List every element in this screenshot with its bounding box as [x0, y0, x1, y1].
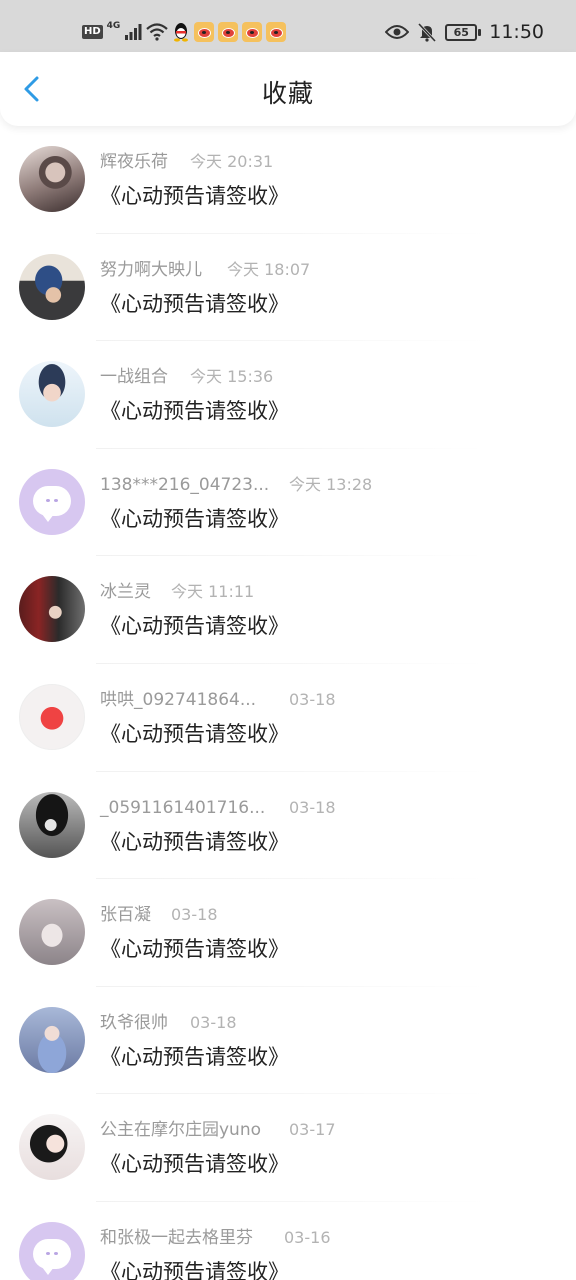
signal-icon — [125, 24, 142, 40]
battery-icon: 65 — [445, 23, 482, 41]
item-time: 今天 13:28 — [289, 474, 373, 494]
list-item[interactable]: 一战组合 今天 15:36 《心动预告请签收》 — [0, 341, 576, 449]
item-content[interactable]: 《心动预告请签收》 — [100, 612, 289, 640]
item-time: 03-17 — [289, 1120, 336, 1140]
list-item[interactable]: 公主在摩尔庄园yuno 03-17 《心动预告请签收》 — [0, 1094, 576, 1202]
avatar[interactable] — [19, 361, 85, 428]
status-left-icons: HD 4G — [82, 20, 287, 44]
clock: 11:50 — [489, 21, 544, 43]
item-content[interactable]: 《心动预告请签收》 — [100, 1043, 289, 1071]
item-meta: 玖爷很帅 03-18 — [100, 1011, 556, 1037]
default-avatar-chat-icon — [33, 485, 71, 522]
avatar[interactable] — [19, 1221, 85, 1280]
status-right-icons: 65 11:50 — [385, 20, 544, 44]
avatar[interactable] — [19, 683, 85, 750]
item-author[interactable]: 一战组合 — [100, 365, 168, 389]
item-time: 03-18 — [289, 689, 336, 709]
item-meta: 努力啊大映儿 今天 18:07 — [100, 258, 556, 284]
item-content[interactable]: 《心动预告请签收》 — [100, 828, 289, 856]
list-item[interactable]: 玖爷很帅 03-18 《心动预告请签收》 — [0, 987, 576, 1095]
list-item[interactable]: 和张极一起去格里芬 03-16 《心动预告请签收》 — [0, 1202, 576, 1280]
list-item[interactable]: 辉夜乐荷 今天 20:31 《心动预告请签收》 — [0, 126, 576, 234]
list-item[interactable]: 张百凝 03-18 《心动预告请签收》 — [0, 879, 576, 987]
item-meta: 公主在摩尔庄园yuno 03-17 — [100, 1118, 556, 1144]
network-type-label: 4G — [106, 21, 121, 31]
item-time: 今天 15:36 — [190, 367, 274, 387]
item-time: 03-18 — [171, 905, 218, 925]
page-header: 收藏 — [0, 52, 576, 126]
weibo-icon — [266, 22, 287, 42]
item-meta: 和张极一起去格里芬 03-16 — [100, 1226, 556, 1252]
avatar[interactable] — [19, 899, 85, 966]
weibo-icon — [194, 22, 215, 42]
item-author[interactable]: _0591161401716... — [100, 796, 265, 820]
item-content[interactable]: 《心动预告请签收》 — [100, 935, 289, 963]
item-author[interactable]: 冰兰灵 — [100, 580, 151, 604]
mute-bell-icon — [418, 22, 437, 42]
item-time: 今天 18:07 — [227, 259, 311, 279]
status-bar: HD 4G 65 11:50 — [0, 0, 576, 52]
avatar[interactable] — [19, 253, 85, 320]
item-author[interactable]: 玖爷很帅 — [100, 1011, 168, 1035]
item-author[interactable]: 哄哄_092741864... — [100, 688, 256, 712]
avatar[interactable] — [19, 468, 85, 535]
wifi-icon — [146, 23, 169, 41]
item-content[interactable]: 《心动预告请签收》 — [100, 1258, 289, 1280]
item-meta: 冰兰灵 今天 11:11 — [100, 580, 556, 606]
item-time: 03-18 — [190, 1012, 237, 1032]
avatar[interactable] — [19, 1006, 85, 1073]
item-time: 今天 20:31 — [190, 152, 274, 171]
avatar[interactable] — [19, 1114, 85, 1181]
item-meta: 一战组合 今天 15:36 — [100, 365, 556, 391]
item-meta: 辉夜乐荷 今天 20:31 — [100, 150, 556, 176]
item-meta: 哄哄_092741864... 03-18 — [100, 688, 556, 714]
avatar[interactable] — [19, 791, 85, 858]
list-item[interactable]: 冰兰灵 今天 11:11 《心动预告请签收》 — [0, 556, 576, 664]
avatar[interactable] — [19, 146, 85, 212]
default-avatar-chat-icon — [33, 1238, 71, 1275]
favorites-list: 辉夜乐荷 今天 20:31 《心动预告请签收》 努力啊大映儿 今天 18:07 … — [0, 126, 576, 1280]
avatar[interactable] — [19, 576, 85, 643]
item-content[interactable]: 《心动预告请签收》 — [100, 1150, 289, 1178]
item-meta: 张百凝 03-18 — [100, 903, 556, 929]
item-content[interactable]: 《心动预告请签收》 — [100, 182, 289, 210]
item-time: 03-16 — [284, 1227, 331, 1247]
battery-level: 65 — [445, 23, 478, 41]
item-content[interactable]: 《心动预告请签收》 — [100, 720, 289, 748]
item-content[interactable]: 《心动预告请签收》 — [100, 290, 289, 318]
item-content[interactable]: 《心动预告请签收》 — [100, 397, 289, 425]
list-item[interactable]: _0591161401716... 03-18 《心动预告请签收》 — [0, 772, 576, 880]
page-title: 收藏 — [261, 79, 314, 108]
item-author[interactable]: 138***216_04723... — [100, 473, 269, 497]
list-item[interactable]: 138***216_04723... 今天 13:28 《心动预告请签收》 — [0, 449, 576, 557]
item-author[interactable]: 公主在摩尔庄园yuno — [100, 1118, 261, 1142]
list-item[interactable]: 努力啊大映儿 今天 18:07 《心动预告请签收》 — [0, 234, 576, 342]
item-time: 今天 11:11 — [171, 582, 255, 602]
item-meta: _0591161401716... 03-18 — [100, 796, 556, 822]
eye-icon — [385, 25, 410, 39]
item-meta: 138***216_04723... 今天 13:28 — [100, 473, 556, 499]
item-time: 03-18 — [289, 797, 336, 817]
weibo-icon — [242, 22, 263, 42]
item-author[interactable]: 张百凝 — [100, 903, 151, 927]
qq-icon — [174, 23, 189, 42]
item-author[interactable]: 和张极一起去格里芬 — [100, 1226, 253, 1250]
list-item[interactable]: 哄哄_092741864... 03-18 《心动预告请签收》 — [0, 664, 576, 772]
item-content[interactable]: 《心动预告请签收》 — [100, 505, 289, 533]
item-author[interactable]: 努力啊大映儿 — [100, 258, 202, 282]
weibo-icon — [218, 22, 239, 42]
hd-badge: HD — [82, 25, 103, 39]
item-author[interactable]: 辉夜乐荷 — [100, 150, 168, 174]
